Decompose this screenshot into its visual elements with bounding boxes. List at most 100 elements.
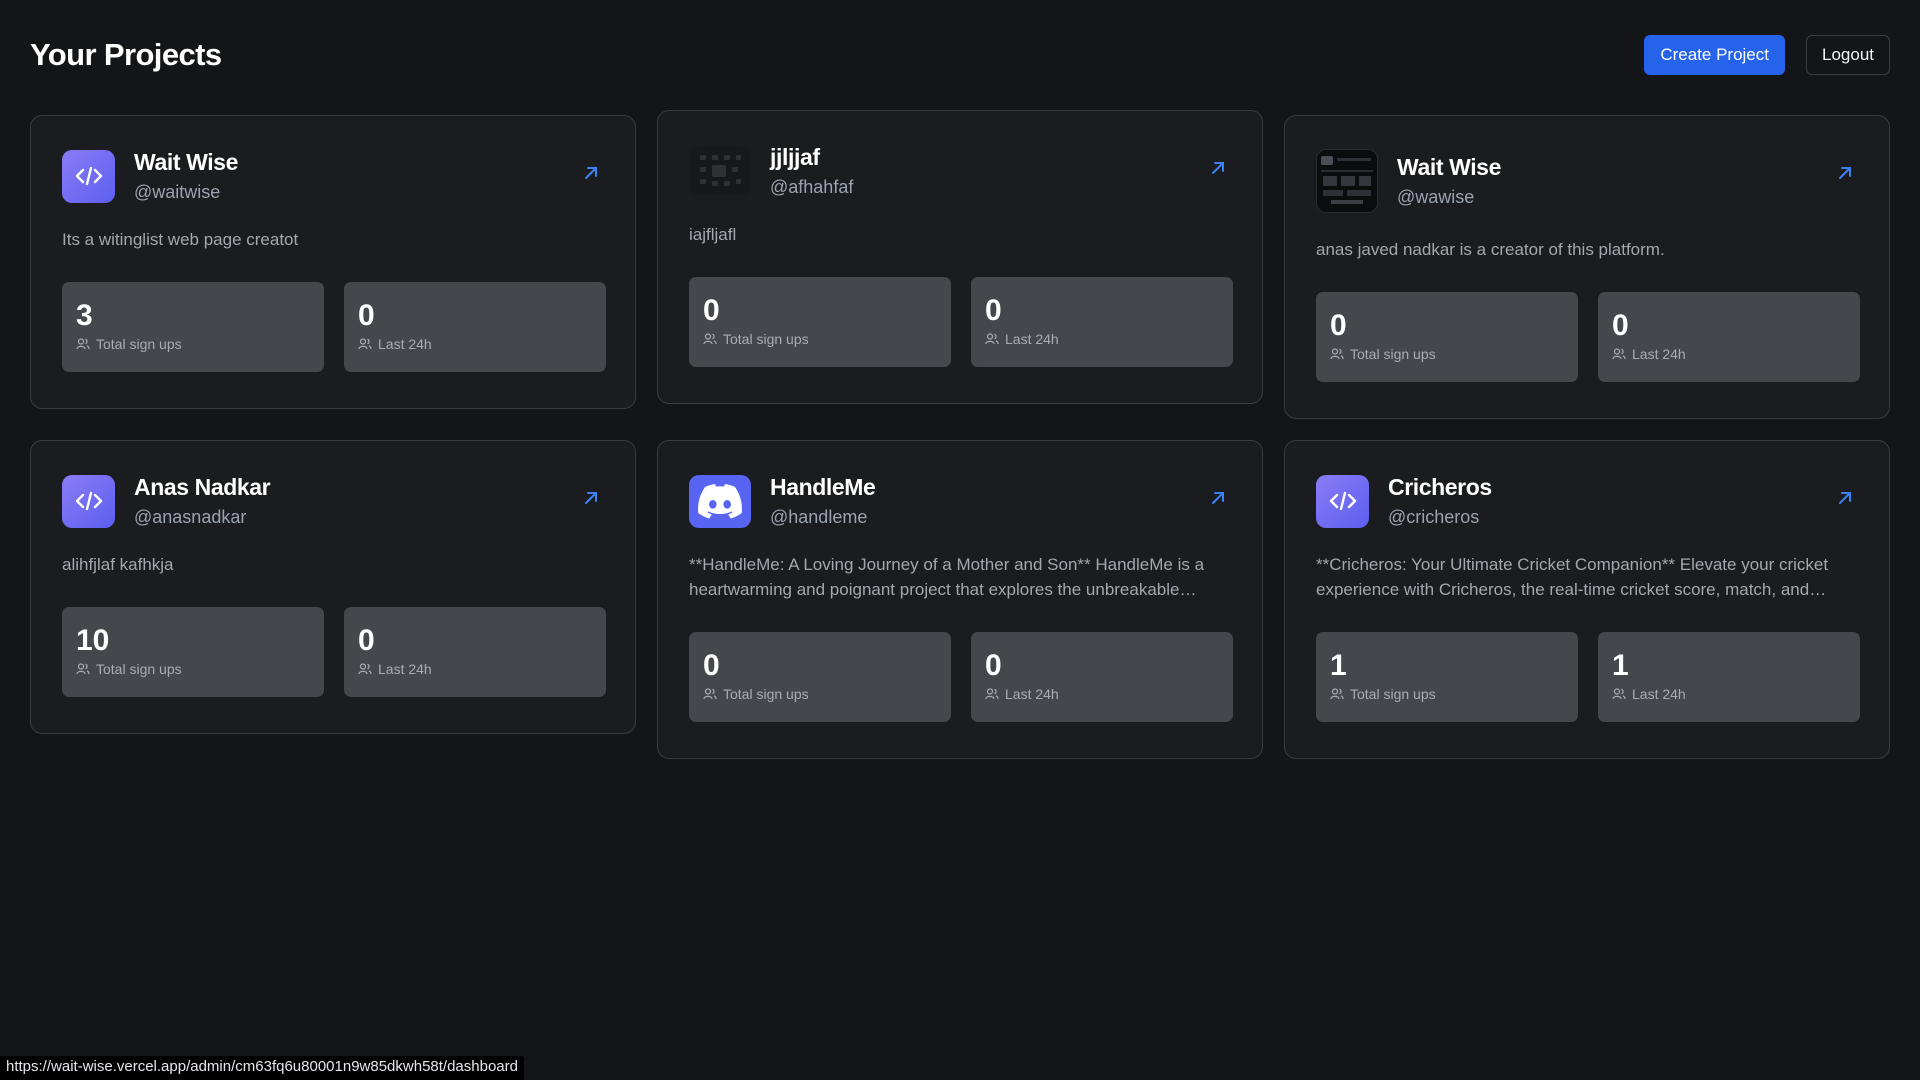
total-signups-stat: 3 Total sign ups — [62, 282, 324, 372]
last24h-value: 0 — [358, 299, 375, 332]
project-names: Cricheros @cricheros — [1388, 474, 1492, 528]
project-stats: 0 Total sign ups 0 Last 24h — [689, 277, 1233, 367]
last24h-label: Last 24h — [378, 336, 432, 352]
card-header: HandleMe @handleme — [689, 474, 1232, 528]
total-signups-value: 0 — [1330, 309, 1347, 342]
users-icon — [1330, 688, 1344, 700]
header-actions: Create Project Logout — [1644, 35, 1890, 75]
discord-icon — [689, 474, 751, 528]
project-stats: 3 Total sign ups 0 Last 24h — [62, 282, 606, 372]
last24h-label-row: Last 24h — [1612, 686, 1846, 702]
users-icon — [1612, 688, 1626, 700]
total-signups-label-row: Total sign ups — [1330, 686, 1564, 702]
project-names: Wait Wise @wawise — [1397, 154, 1501, 208]
arrow-up-right-icon[interactable] — [1837, 165, 1853, 186]
last24h-stat: 1 Last 24h — [1598, 632, 1860, 722]
project-card[interactable]: HandleMe @handleme **HandleMe: A Loving … — [657, 440, 1263, 759]
arrow-up-right-icon[interactable] — [1210, 490, 1226, 511]
card-header: Cricheros @cricheros — [1316, 474, 1859, 528]
last24h-label: Last 24h — [378, 661, 432, 677]
project-identity: Wait Wise @wawise — [1316, 149, 1501, 213]
project-name: Anas Nadkar — [134, 474, 271, 500]
total-signups-label-row: Total sign ups — [76, 336, 310, 352]
project-names: Wait Wise @waitwise — [134, 149, 238, 203]
users-icon — [1612, 348, 1626, 360]
card-header: Wait Wise @waitwise — [62, 149, 605, 203]
total-signups-label: Total sign ups — [96, 661, 182, 677]
card-header: Wait Wise @wawise — [1316, 149, 1859, 213]
code-icon — [1316, 474, 1369, 528]
project-handle: @cricheros — [1388, 507, 1480, 527]
project-handle: @afhahfaf — [770, 177, 854, 197]
total-signups-stat: 1 Total sign ups — [1316, 632, 1578, 722]
last24h-label: Last 24h — [1005, 331, 1059, 347]
project-handle: @anasnadkar — [134, 507, 247, 527]
total-signups-value: 0 — [703, 649, 720, 682]
last24h-label: Last 24h — [1632, 346, 1686, 362]
last24h-label: Last 24h — [1005, 686, 1059, 702]
project-description: **Cricheros: Your Ultimate Cricket Compa… — [1316, 555, 1829, 599]
total-signups-stat: 0 Total sign ups — [689, 632, 951, 722]
project-card[interactable]: Cricheros @cricheros **Cricheros: Your U… — [1284, 440, 1890, 759]
project-stats: 10 Total sign ups 0 Last 24h — [62, 607, 606, 697]
total-signups-label-row: Total sign ups — [1330, 346, 1564, 362]
total-signups-label: Total sign ups — [723, 686, 809, 702]
project-stats: 0 Total sign ups 0 Last 24h — [1316, 292, 1860, 382]
total-signups-label: Total sign ups — [723, 331, 809, 347]
project-description: anas javed nadkar is a creator of this p… — [1316, 240, 1665, 259]
code-icon — [62, 149, 115, 203]
total-signups-stat: 0 Total sign ups — [1316, 292, 1578, 382]
total-signups-label-row: Total sign ups — [76, 661, 310, 677]
logout-button[interactable]: Logout — [1806, 35, 1890, 75]
create-project-button[interactable]: Create Project — [1644, 35, 1785, 75]
last24h-label-row: Last 24h — [1612, 346, 1846, 362]
users-icon — [985, 333, 999, 345]
project-stats: 1 Total sign ups 1 Last 24h — [1316, 632, 1860, 722]
total-signups-value: 10 — [76, 624, 110, 657]
project-name: Cricheros — [1388, 474, 1492, 500]
last24h-label-row: Last 24h — [358, 336, 592, 352]
total-signups-stat: 0 Total sign ups — [689, 277, 951, 367]
total-signups-value: 3 — [76, 299, 93, 332]
users-icon — [703, 333, 717, 345]
last24h-stat: 0 Last 24h — [344, 282, 606, 372]
project-identity: jjljjaf @afhahfaf — [689, 144, 853, 198]
project-card[interactable]: Wait Wise @wawise anas javed nadkar is a… — [1284, 115, 1890, 419]
total-signups-value: 0 — [703, 294, 720, 327]
project-names: jjljjaf @afhahfaf — [770, 144, 853, 198]
project-card[interactable]: Anas Nadkar @anasnadkar alihfjlaf kafhkj… — [30, 440, 636, 734]
project-identity: HandleMe @handleme — [689, 474, 876, 528]
arrow-up-right-icon[interactable] — [583, 490, 599, 511]
project-thumbnail — [1316, 149, 1378, 213]
last24h-stat: 0 Last 24h — [971, 632, 1233, 722]
last24h-label-row: Last 24h — [985, 686, 1219, 702]
project-card[interactable]: jjljjaf @afhahfaf iajfljafl 0 Total sign… — [657, 110, 1263, 404]
project-handle: @waitwise — [134, 182, 221, 202]
project-handle: @wawise — [1397, 187, 1475, 207]
last24h-value: 0 — [985, 294, 1002, 327]
project-name: Wait Wise — [134, 149, 238, 175]
users-icon — [76, 663, 90, 675]
dashboard-page: Your Projects Create Project Logout Wait… — [0, 0, 1920, 1080]
arrow-up-right-icon[interactable] — [1837, 490, 1853, 511]
total-signups-label-row: Total sign ups — [703, 331, 937, 347]
project-thumbnail — [689, 147, 751, 195]
last24h-value: 0 — [985, 649, 1002, 682]
page-title: Your Projects — [30, 37, 222, 72]
arrow-up-right-icon[interactable] — [1210, 160, 1226, 181]
total-signups-label-row: Total sign ups — [703, 686, 937, 702]
project-name: jjljjaf — [770, 144, 820, 170]
last24h-value: 0 — [358, 624, 375, 657]
arrow-up-right-icon[interactable] — [583, 165, 599, 186]
project-description: iajfljafl — [689, 225, 737, 244]
total-signups-label: Total sign ups — [1350, 686, 1436, 702]
card-header: jjljjaf @afhahfaf — [689, 144, 1232, 198]
project-identity: Wait Wise @waitwise — [62, 149, 238, 203]
project-card[interactable]: Wait Wise @waitwise Its a witinglist web… — [30, 115, 636, 409]
project-name: Wait Wise — [1397, 154, 1501, 180]
code-icon — [62, 474, 115, 528]
project-names: HandleMe @handleme — [770, 474, 876, 528]
total-signups-value: 1 — [1330, 649, 1347, 682]
last24h-label-row: Last 24h — [358, 661, 592, 677]
users-icon — [985, 688, 999, 700]
